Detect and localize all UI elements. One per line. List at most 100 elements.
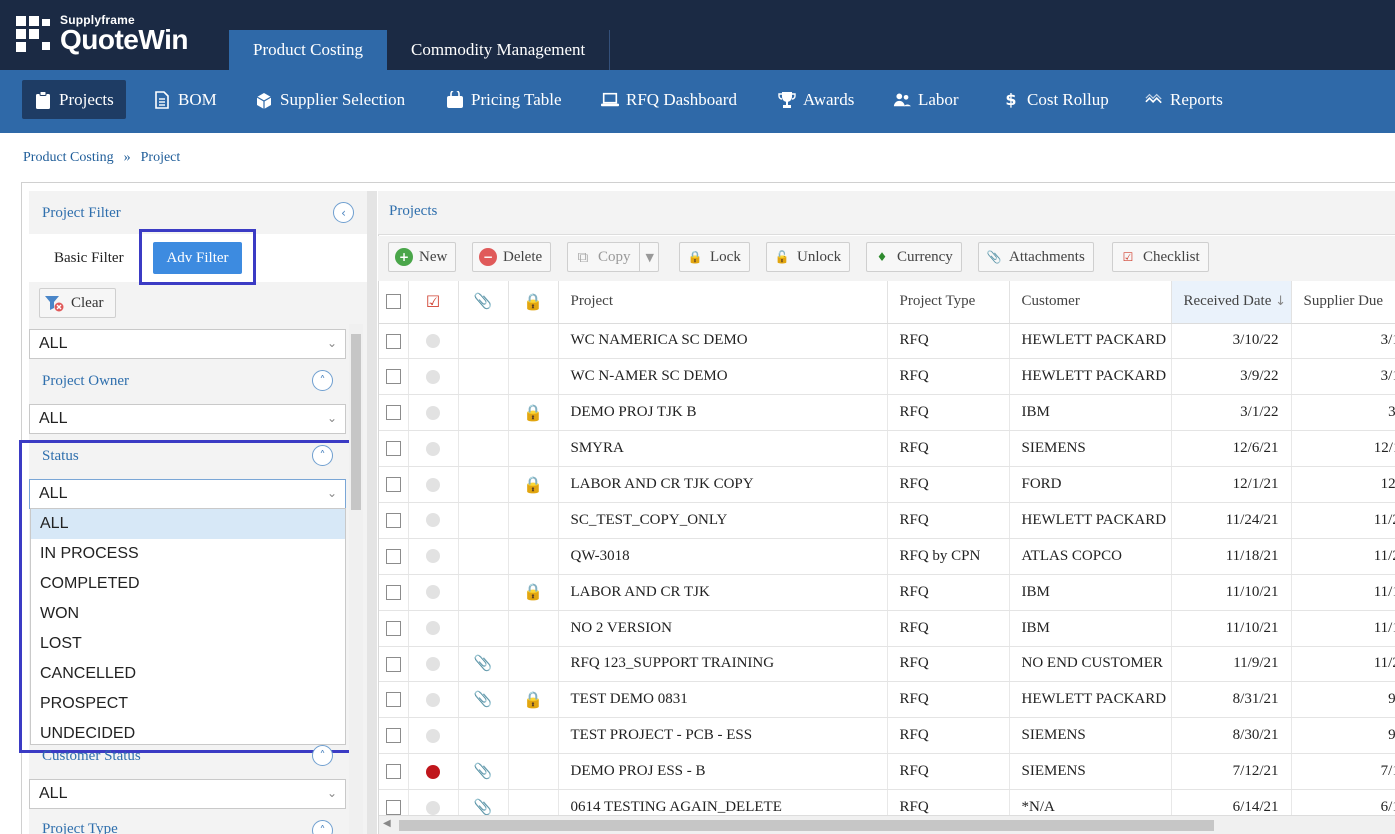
breadcrumb: Product Costing » Project <box>23 150 180 166</box>
attachment-cell[interactable]: 📎 <box>458 753 509 791</box>
table-row[interactable]: 🔒 DEMO PROJ TJK BRFQIBM3/1/223/7/22 <box>379 394 1395 432</box>
row-checkbox[interactable] <box>379 358 409 396</box>
row-checkbox[interactable] <box>379 538 409 575</box>
chevron-up-icon[interactable]: ˄ <box>312 820 333 834</box>
paperclip-icon[interactable]: 📎 <box>474 762 493 780</box>
clear-filter-button[interactable]: Clear <box>39 288 116 318</box>
table-row[interactable]: QW-3018RFQ by CPNATLAS COPCO11/18/2111/2… <box>379 538 1395 575</box>
nav-pricing-table[interactable]: Pricing Table <box>434 80 574 119</box>
column-project-type[interactable]: Project Type <box>887 281 1010 324</box>
row-checkbox[interactable] <box>379 502 409 539</box>
scrollbar-thumb[interactable] <box>351 334 361 510</box>
row-checkbox[interactable] <box>379 753 409 791</box>
attachments-button[interactable]: 📎 Attachments <box>978 242 1094 272</box>
project-name-cell[interactable]: WC N-AMER SC DEMO <box>558 358 888 396</box>
table-row[interactable]: 📎 🔒 TEST DEMO 0831 RFQ HEWLETT PACKARD 8/31/2… <box>379 681 1395 719</box>
row-checkbox[interactable] <box>379 466 409 503</box>
column-project[interactable]: Project <box>558 281 888 324</box>
row-checkbox[interactable] <box>379 323 409 360</box>
project-name-cell[interactable]: 0614 TESTING AGAIN_DELETE <box>558 789 888 815</box>
grid-horizontal-scrollbar[interactable]: ◀ <box>379 815 1395 834</box>
table-row[interactable]: WC N-AMER SC DEMO RFQ HEWLETT PACKARD 3/9/2… <box>379 358 1395 396</box>
checklist-button[interactable]: ☑ Checklist <box>1112 242 1209 272</box>
delete-button[interactable]: − Delete <box>472 242 552 272</box>
project-owner-select[interactable]: ALL ⌄ <box>29 404 346 434</box>
nav-rfq-dashboard[interactable]: RFQ Dashboard <box>589 80 749 119</box>
scroll-left-arrow-icon[interactable]: ◀ <box>383 818 391 829</box>
table-row[interactable]: WC NAMERICA SC DEMO RFQ HEWLETT PACKARD 3/1… <box>379 323 1395 360</box>
customer-status-label: Customer Status <box>42 748 141 764</box>
column-customer[interactable]: Customer <box>1009 281 1172 324</box>
project-name-cell[interactable]: LABOR AND CR TJK COPY <box>558 466 888 503</box>
unlock-button[interactable]: 🔓 Unlock <box>766 242 851 272</box>
chevron-up-icon[interactable]: ˄ <box>312 745 333 766</box>
table-row[interactable]: 📎 DEMO PROJ ESS - BRFQSIEMENS7/12/217/19/… <box>379 753 1395 791</box>
row-checkbox[interactable] <box>379 610 409 647</box>
tab-product-costing[interactable]: Product Costing <box>229 30 388 70</box>
table-row[interactable]: 🔒 LABOR AND CR TJKRFQIBM11/10/2111/17/21 <box>379 574 1395 611</box>
project-name-cell[interactable]: LABOR AND CR TJK <box>558 574 888 611</box>
currency-label: Currency <box>897 248 953 265</box>
received-date-cell: 12/6/21 <box>1171 430 1292 468</box>
paperclip-icon[interactable]: 📎 <box>474 690 493 708</box>
column-received-date[interactable]: Received Date ↓ <box>1171 281 1292 324</box>
select-all-checkbox[interactable] <box>379 281 409 324</box>
collapse-panel-icon[interactable]: ‹ <box>333 202 354 223</box>
row-checkbox[interactable] <box>379 789 409 815</box>
currency-button[interactable]: ♦ Currency <box>866 242 962 272</box>
new-button[interactable]: + New <box>388 242 457 272</box>
chevron-down-icon[interactable]: ▼ <box>638 243 654 271</box>
project-name-cell[interactable]: NO 2 VERSION <box>558 610 888 647</box>
project-name-cell[interactable]: QW-3018 <box>558 538 888 575</box>
row-checkbox[interactable] <box>379 394 409 432</box>
table-row[interactable]: 🔒 LABOR AND CR TJK COPYRFQFORD12/1/2112/9… <box>379 466 1395 503</box>
project-name-cell[interactable]: WC NAMERICA SC DEMO <box>558 323 888 360</box>
lock-button[interactable]: 🔒 Lock <box>679 242 750 272</box>
project-name-cell[interactable]: RFQ 123_SUPPORT TRAINING <box>558 646 888 683</box>
nav-cost-rollup[interactable]: $ Cost Rollup <box>990 80 1121 119</box>
attachment-cell[interactable]: 📎 <box>458 681 509 719</box>
nav-reports[interactable]: Reports <box>1133 80 1235 119</box>
row-checkbox[interactable] <box>379 681 409 719</box>
quotewin-logo[interactable]: Supplyframe QuoteWin <box>16 14 188 54</box>
project-name-cell[interactable]: TEST DEMO 0831 <box>558 681 888 719</box>
project-type-cell: RFQ <box>887 574 1010 611</box>
table-row[interactable]: NO 2 VERSIONRFQIBM11/10/2111/17/21 <box>379 610 1395 647</box>
scrollbar-thumb[interactable] <box>399 820 1214 831</box>
copy-button[interactable]: ⧉ Copy ▼ <box>567 242 659 272</box>
paperclip-icon[interactable]: 📎 <box>474 654 493 672</box>
table-row[interactable]: 📎 0614 TESTING AGAIN_DELETE RFQ *N/A 6/14/21… <box>379 789 1395 815</box>
row-checkbox[interactable] <box>379 574 409 611</box>
table-row[interactable]: SMYRARFQSIEMENS12/6/2112/11/21 <box>379 430 1395 468</box>
nav-supplier-selection[interactable]: Supplier Selection <box>243 80 417 119</box>
breadcrumb-project[interactable]: Project <box>141 150 181 166</box>
project-name-cell[interactable]: TEST PROJECT - PCB - ESS <box>558 717 888 755</box>
table-row[interactable]: 📎 RFQ 123_SUPPORT TRAINING RFQ NO END CUSTO… <box>379 646 1395 683</box>
nav-bom[interactable]: BOM <box>141 80 229 119</box>
attachment-cell[interactable]: 📎 <box>458 646 509 683</box>
attachment-cell[interactable]: 📎 <box>458 789 509 815</box>
breadcrumb-product-costing[interactable]: Product Costing <box>23 150 114 166</box>
tab-basic-filter[interactable]: Basic Filter <box>54 250 124 267</box>
nav-labor[interactable]: Labor <box>881 80 971 119</box>
row-checkbox[interactable] <box>379 430 409 468</box>
row-checkbox[interactable] <box>379 646 409 683</box>
paperclip-icon[interactable]: 📎 <box>474 798 493 815</box>
customer-status-select[interactable]: ALL ⌄ <box>29 779 346 809</box>
table-row[interactable]: SC_TEST_COPY_ONLY RFQ HEWLETT PACKARD 11/24… <box>379 502 1395 539</box>
panel-splitter[interactable] <box>367 191 377 834</box>
project-name-cell[interactable]: DEMO PROJ ESS - B <box>558 753 888 791</box>
clear-filter-label: Clear <box>71 294 104 311</box>
nav-projects[interactable]: Projects <box>22 80 126 119</box>
row-checkbox[interactable] <box>379 717 409 755</box>
tab-commodity-management[interactable]: Commodity Management <box>387 30 611 70</box>
project-name-cell[interactable]: SC_TEST_COPY_ONLY <box>558 502 888 539</box>
project-name-cell[interactable]: SMYRA <box>558 430 888 468</box>
column-supplier-due[interactable]: Supplier Due <box>1291 281 1395 324</box>
filter-select-top[interactable]: ALL ⌄ <box>29 329 346 359</box>
chevron-up-icon[interactable]: ˄ <box>312 370 333 391</box>
filter-scrollbar[interactable] <box>349 324 363 834</box>
table-row[interactable]: TEST PROJECT - PCB - ESS RFQ SIEMENS 8/30/2… <box>379 717 1395 755</box>
nav-awards[interactable]: Awards <box>766 80 866 119</box>
project-name-cell[interactable]: DEMO PROJ TJK B <box>558 394 888 432</box>
